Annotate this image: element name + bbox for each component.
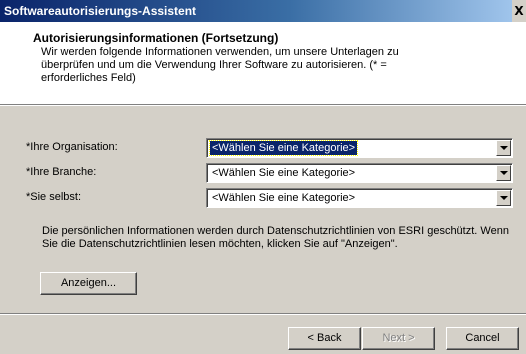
industry-row: *Ihre Branche: <Wählen Sie eine Kategori… [0, 163, 526, 183]
header-divider [0, 105, 526, 106]
page-title: Autorisierungsinformationen (Fortsetzung… [33, 31, 279, 45]
window-title: Softwareautorisierungs-Assistent [4, 4, 197, 18]
wizard-window: Softwareautorisierungs-Assistent X Autor… [0, 0, 526, 354]
industry-dropdown-arrow-icon[interactable] [496, 165, 511, 181]
self-select-value: <Wählen Sie eine Kategorie> [212, 192, 356, 204]
self-dropdown-arrow-icon[interactable] [496, 190, 511, 206]
organization-label: *Ihre Organisation: [26, 141, 118, 153]
back-button[interactable]: < Back [288, 327, 361, 350]
page-description: Wir werden folgende Informationen verwen… [41, 46, 399, 84]
industry-label: *Ihre Branche: [26, 166, 97, 178]
industry-select-value: <Wählen Sie eine Kategorie> [212, 167, 356, 179]
show-privacy-button[interactable]: Anzeigen... [40, 272, 137, 295]
self-row: *Sie selbst: <Wählen Sie eine Kategorie> [0, 188, 526, 208]
footer-divider [0, 313, 526, 315]
cancel-button[interactable]: Cancel [446, 327, 519, 350]
header-panel: Autorisierungsinformationen (Fortsetzung… [0, 22, 526, 105]
self-select[interactable]: <Wählen Sie eine Kategorie> [206, 188, 513, 208]
organization-row: *Ihre Organisation: <Wählen Sie eine Kat… [0, 138, 526, 158]
privacy-notice: Die persönlichen Informationen werden du… [42, 225, 509, 250]
close-button[interactable]: X [512, 0, 526, 22]
self-label: *Sie selbst: [26, 191, 82, 203]
industry-select[interactable]: <Wählen Sie eine Kategorie> [206, 163, 513, 183]
organization-dropdown-arrow-icon[interactable] [496, 140, 511, 156]
next-button[interactable]: Next > [362, 327, 435, 350]
organization-select-value: <Wählen Sie eine Kategorie> [208, 140, 359, 156]
title-bar: Softwareautorisierungs-Assistent X [0, 0, 526, 22]
organization-select[interactable]: <Wählen Sie eine Kategorie> [206, 138, 513, 158]
